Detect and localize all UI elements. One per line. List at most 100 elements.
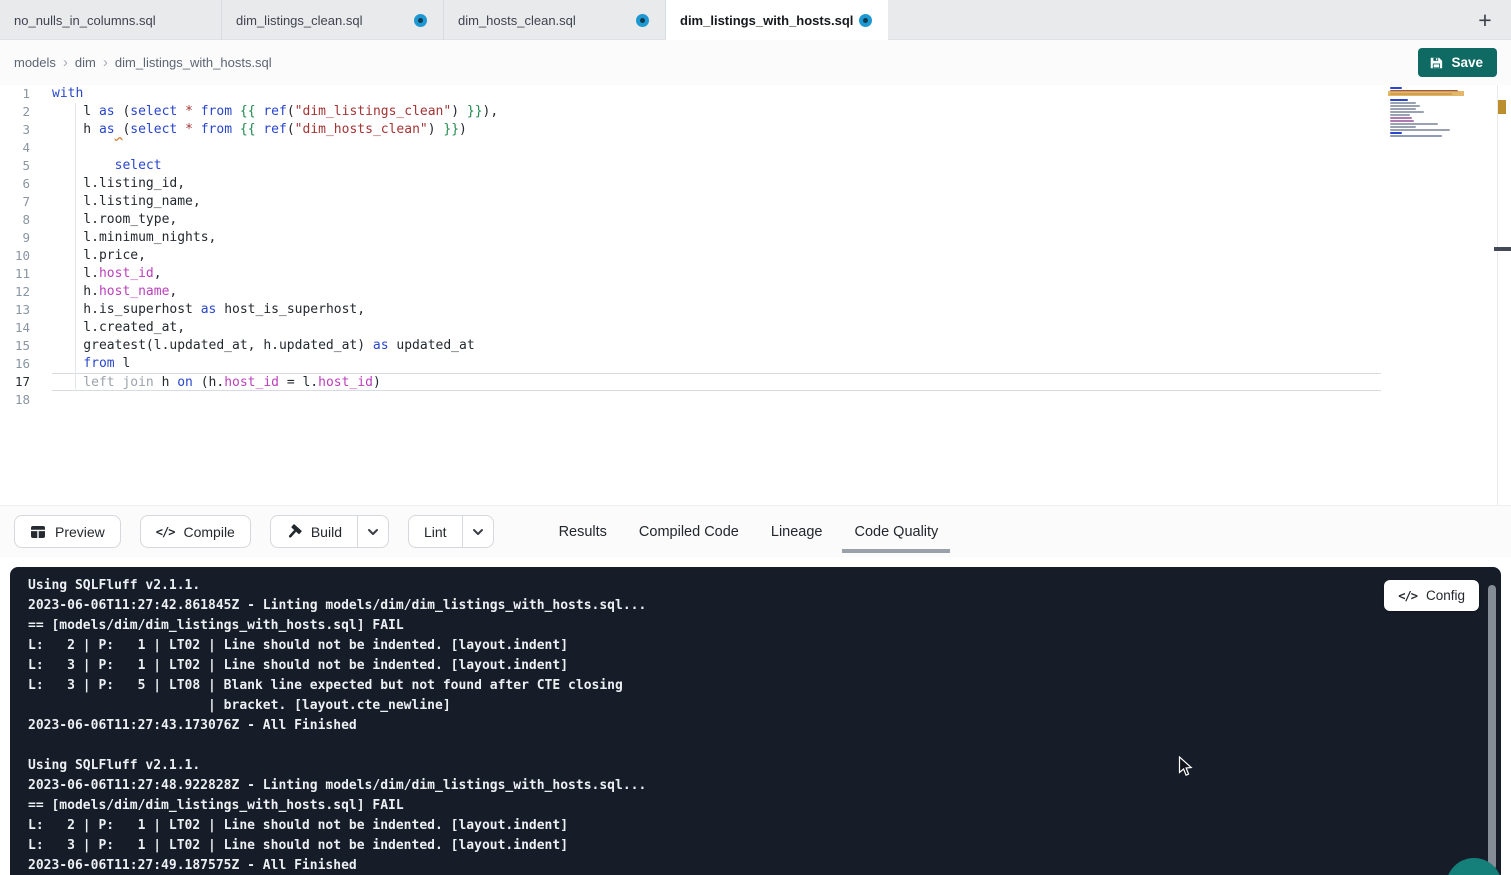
tab-bar: no_nulls_in_columns.sql dim_listings_clea… — [0, 0, 1511, 40]
line-number: 1 — [0, 85, 30, 103]
line-number: 14 — [0, 319, 30, 337]
config-button-label: Config — [1426, 588, 1465, 603]
line-number: 5 — [0, 157, 30, 175]
config-button[interactable]: </> Config — [1384, 580, 1479, 611]
tab-label: dim_listings_with_hosts.sql — [680, 13, 853, 28]
ide-window: no_nulls_in_columns.sql dim_listings_clea… — [0, 0, 1511, 875]
code-line[interactable]: h.host_name, — [52, 283, 1381, 301]
lint-warning-marker[interactable] — [1498, 100, 1506, 114]
unsaved-changes-icon — [859, 14, 872, 27]
minimap-highlight — [1388, 91, 1464, 96]
unsaved-changes-icon — [636, 14, 649, 27]
code-line[interactable]: from l — [52, 355, 1381, 373]
build-button-label: Build — [311, 524, 342, 540]
code-line[interactable]: left join h on (h.host_id = l.host_id) — [52, 373, 1381, 391]
line-number: 10 — [0, 247, 30, 265]
code-line[interactable] — [52, 391, 1381, 409]
tab-label: dim_hosts_clean.sql — [458, 13, 576, 28]
tab-label: dim_listings_clean.sql — [236, 13, 362, 28]
table-icon — [30, 524, 46, 540]
code-line[interactable]: l.room_type, — [52, 211, 1381, 229]
terminal-line: L: 2 | P: 1 | LT02 | Line should not be … — [28, 816, 1483, 836]
lint-split-button: Lint — [408, 515, 494, 548]
line-number: 15 — [0, 337, 30, 355]
panel-tab-code-quality[interactable]: Code Quality — [854, 524, 938, 540]
code-line[interactable]: l as (select * from {{ ref("dim_listings… — [52, 103, 1381, 121]
lint-button[interactable]: Lint — [409, 516, 462, 547]
terminal-line: 2023-06-06T11:27:49.187575Z - All Finish… — [28, 856, 1483, 875]
terminal-line: L: 2 | P: 1 | LT02 | Line should not be … — [28, 636, 1483, 656]
terminal-line: | bracket. [layout.cte_newline] — [28, 696, 1483, 716]
line-number: 11 — [0, 265, 30, 283]
code-line[interactable]: l.minimum_nights, — [52, 229, 1381, 247]
terminal-line — [28, 736, 1483, 756]
line-number: 8 — [0, 211, 30, 229]
code-line[interactable]: select — [52, 157, 1381, 175]
code-line[interactable] — [52, 139, 1381, 157]
minimap[interactable] — [1390, 87, 1462, 145]
panel-tab-lineage[interactable]: Lineage — [771, 524, 823, 540]
code-line[interactable]: with — [52, 85, 1381, 103]
terminal-line: L: 3 | P: 1 | LT02 | Line should not be … — [28, 656, 1483, 676]
save-button[interactable]: Save — [1418, 48, 1497, 77]
unsaved-changes-icon — [414, 14, 427, 27]
editor-scrollbar[interactable] — [1497, 85, 1498, 505]
action-toolbar: Preview </> Compile Build — [0, 505, 1511, 557]
tab-2[interactable]: dim_listings_clean.sql — [222, 0, 444, 40]
code-line[interactable]: l.host_id, — [52, 265, 1381, 283]
chevron-down-icon — [472, 528, 484, 536]
chevron-right-icon: › — [103, 55, 108, 70]
chevron-down-icon — [367, 528, 379, 536]
scroll-position-marker[interactable] — [1494, 247, 1511, 251]
code-line[interactable]: l.created_at, — [52, 319, 1381, 337]
code-line[interactable]: h as (select * from {{ ref("dim_hosts_cl… — [52, 121, 1381, 139]
compile-button[interactable]: </> Compile — [140, 515, 251, 548]
terminal-panel[interactable]: Using SQLFluff v2.1.1.2023-06-06T11:27:4… — [10, 567, 1501, 875]
terminal-line: Using SQLFluff v2.1.1. — [28, 756, 1483, 776]
tab-3[interactable]: dim_hosts_clean.sql — [444, 0, 666, 40]
breadcrumb-item-file: dim_listings_with_hosts.sql — [115, 55, 272, 70]
compile-button-label: Compile — [183, 524, 234, 540]
save-icon — [1429, 56, 1443, 70]
line-number: 2 — [0, 103, 30, 121]
build-button[interactable]: Build — [271, 516, 357, 547]
panel-tab-results[interactable]: Results — [559, 524, 607, 540]
line-number: 13 — [0, 301, 30, 319]
lint-button-label: Lint — [424, 524, 447, 540]
new-tab-button[interactable]: + — [1472, 7, 1498, 33]
terminal-line: == [models/dim/dim_listings_with_hosts.s… — [28, 616, 1483, 636]
tab-4[interactable]: dim_listings_with_hosts.sql — [666, 0, 888, 41]
line-number: 4 — [0, 139, 30, 157]
lint-dropdown-button[interactable] — [462, 516, 493, 547]
build-split-button: Build — [270, 515, 389, 548]
terminal-output: Using SQLFluff v2.1.1.2023-06-06T11:27:4… — [28, 576, 1483, 875]
editor-code[interactable]: with l as (select * from {{ ref("dim_lis… — [38, 85, 1381, 505]
editor-gutter: 123456789101112131415161718 — [0, 85, 38, 505]
code-line[interactable]: h.is_superhost as host_is_superhost, — [52, 301, 1381, 319]
terminal-line: 2023-06-06T11:27:43.173076Z - All Finish… — [28, 716, 1483, 736]
terminal-scrollbar[interactable] — [1488, 585, 1496, 870]
tab-label: no_nulls_in_columns.sql — [14, 13, 156, 28]
code-line[interactable]: l.price, — [52, 247, 1381, 265]
line-number: 18 — [0, 391, 30, 409]
terminal-line: Using SQLFluff v2.1.1. — [28, 576, 1483, 596]
indent-guide — [75, 103, 76, 391]
breadcrumb-item-models[interactable]: models — [14, 55, 56, 70]
terminal-line: 2023-06-06T11:27:48.922828Z - Linting mo… — [28, 776, 1483, 796]
line-number: 6 — [0, 175, 30, 193]
panel-tabs: Results Compiled Code Lineage Code Quality — [559, 506, 939, 557]
tab-1[interactable]: no_nulls_in_columns.sql — [0, 0, 222, 40]
code-editor[interactable]: 123456789101112131415161718 with l as (s… — [0, 85, 1511, 505]
breadcrumb-item-dim[interactable]: dim — [75, 55, 96, 70]
terminal-line: L: 3 | P: 5 | LT08 | Blank line expected… — [28, 676, 1483, 696]
line-number: 17 — [0, 373, 30, 391]
preview-button[interactable]: Preview — [14, 515, 121, 548]
code-line[interactable]: l.listing_id, — [52, 175, 1381, 193]
code-line[interactable]: l.listing_name, — [52, 193, 1381, 211]
terminal-line: L: 3 | P: 1 | LT02 | Line should not be … — [28, 836, 1483, 856]
line-number: 9 — [0, 229, 30, 247]
code-line[interactable]: greatest(l.updated_at, h.updated_at) as … — [52, 337, 1381, 355]
panel-tab-compiled-code[interactable]: Compiled Code — [639, 524, 739, 540]
line-number: 3 — [0, 121, 30, 139]
build-dropdown-button[interactable] — [357, 516, 388, 547]
